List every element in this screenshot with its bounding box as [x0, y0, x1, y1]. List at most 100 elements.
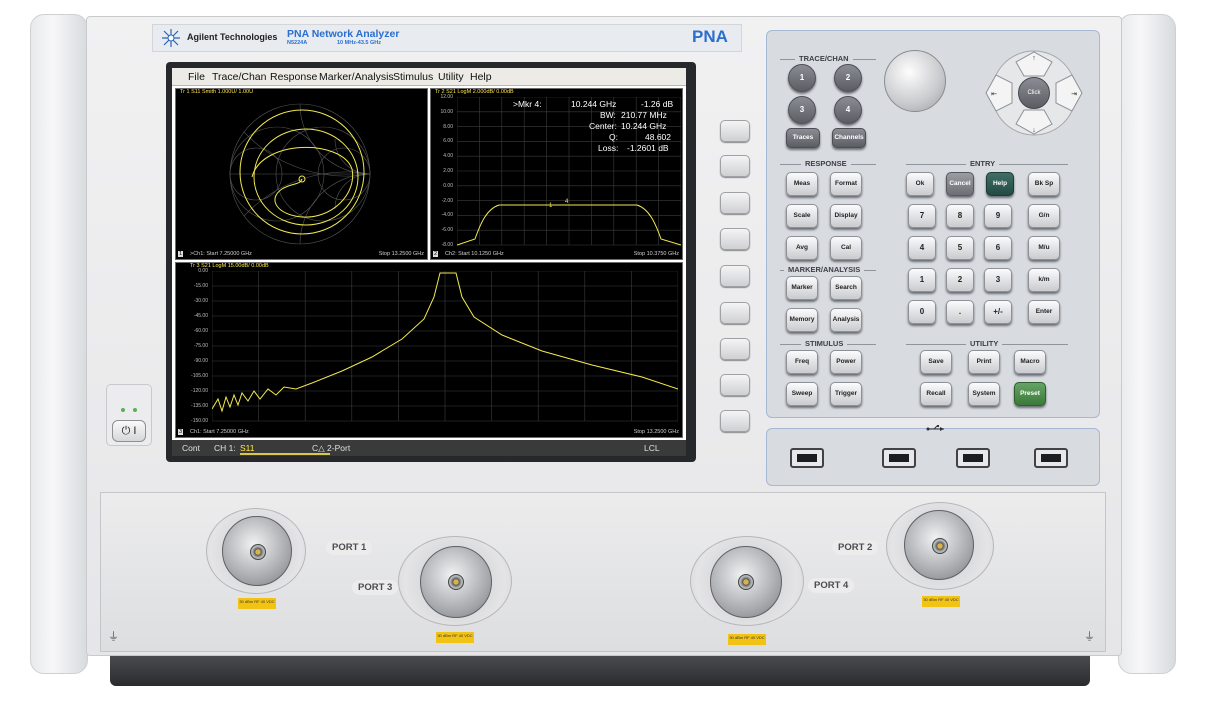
port-3-warning: 30 dBm RF 40 VDC [436, 632, 474, 643]
s21-start-freq: Ch2: Start 10.1250 GHz [445, 251, 504, 257]
active-channel: CH 1: [214, 443, 236, 453]
s21-bandpass-pane[interactable]: Tr 2 S21 LogM 2.000dB/ 0.00dB 12.00 10.00… [430, 88, 683, 260]
usb-port-1[interactable] [790, 448, 824, 468]
menu-trace-chan[interactable]: Trace/Chan [212, 71, 266, 83]
key-decimal[interactable]: . [946, 300, 974, 324]
q-value: 48.602 [645, 132, 671, 142]
key-8[interactable]: 8 [946, 204, 974, 228]
softkey-9[interactable] [720, 410, 750, 432]
memory-key[interactable]: Memory [786, 308, 818, 332]
rotary-knob[interactable] [884, 50, 946, 112]
marker-key[interactable]: Marker [786, 276, 818, 300]
center-label: Center: [589, 121, 617, 131]
channels-key[interactable]: Channels [832, 128, 866, 148]
trace-key-4[interactable]: 4 [834, 96, 862, 124]
save-key[interactable]: Save [920, 350, 952, 374]
key-kilo-milli[interactable]: k/m [1028, 268, 1060, 292]
scale-key[interactable]: Scale [786, 204, 818, 228]
usb-port-2[interactable] [882, 448, 916, 468]
sweep-key[interactable]: Sweep [786, 382, 818, 406]
y-tick-label: -135.00 [191, 403, 208, 409]
click-button[interactable]: Click [1018, 77, 1050, 109]
port-2-warning: 30 dBm RF 40 VDC [922, 596, 960, 607]
key-giga-nano[interactable]: G/n [1028, 204, 1060, 228]
pane-1-index: 1 [178, 251, 184, 257]
backspace-key[interactable]: Bk Sp [1028, 172, 1060, 196]
power-button[interactable]: ⏻ I [112, 420, 146, 442]
softkey-5[interactable] [720, 265, 750, 287]
y-tick-label: -15.00 [193, 283, 208, 289]
softkey-4[interactable] [720, 228, 750, 250]
softkey-2[interactable] [720, 155, 750, 177]
model-number: N5224A [287, 40, 308, 46]
menu-help[interactable]: Help [470, 71, 492, 83]
ok-key[interactable]: Ok [906, 172, 934, 196]
softkey-6[interactable] [720, 302, 750, 324]
softkey-8[interactable] [720, 374, 750, 396]
key-3[interactable]: 3 [984, 268, 1012, 292]
trace-key-1[interactable]: 1 [788, 64, 816, 92]
right-handle [1118, 14, 1176, 674]
power-key[interactable]: Power [830, 350, 862, 374]
enter-key[interactable]: Enter [1028, 300, 1060, 324]
meas-key[interactable]: Meas [786, 172, 818, 196]
y-tick-label: -45.00 [193, 313, 208, 319]
y-tick-label: -60.00 [193, 328, 208, 334]
usb-port-3[interactable] [956, 448, 990, 468]
softkey-7[interactable] [720, 338, 750, 360]
key-6[interactable]: 6 [984, 236, 1012, 260]
freq-key[interactable]: Freq [786, 350, 818, 374]
trace-key-3[interactable]: 3 [788, 96, 816, 124]
format-key[interactable]: Format [830, 172, 862, 196]
entry-label: ENTRY [966, 159, 1000, 168]
menu-stimulus[interactable]: Stimulus [393, 71, 433, 83]
key-4[interactable]: 4 [908, 236, 936, 260]
preset-key[interactable]: Preset [1014, 382, 1046, 406]
navigation-pad: ↑ ↓ ⇤ ⇥ Click [982, 50, 1086, 136]
softkey-3[interactable] [720, 192, 750, 214]
ground-icon-left: ⏚ [108, 631, 119, 643]
trigger-key[interactable]: Trigger [830, 382, 862, 406]
key-9[interactable]: 9 [984, 204, 1012, 228]
port-4-label: PORT 4 [808, 578, 855, 593]
port-3-label: PORT 3 [352, 580, 399, 595]
softkey-1[interactable] [720, 120, 750, 142]
cal-key[interactable]: Cal [830, 236, 862, 260]
menu-marker-analysis[interactable]: Marker/Analysis [319, 71, 394, 83]
cancel-key[interactable]: Cancel [946, 172, 974, 196]
key-5[interactable]: 5 [946, 236, 974, 260]
key-0[interactable]: 0 [908, 300, 936, 324]
menu-response[interactable]: Response [270, 71, 317, 83]
usb-port-4[interactable] [1034, 448, 1068, 468]
key-1[interactable]: 1 [908, 268, 936, 292]
analysis-key[interactable]: Analysis [830, 308, 862, 332]
y-tick-label: -120.00 [191, 388, 208, 394]
help-key[interactable]: Help [986, 172, 1014, 196]
recall-key[interactable]: Recall [920, 382, 952, 406]
frequency-range: 10 MHz-43.5 GHz [337, 40, 382, 46]
menu-file[interactable]: File [188, 71, 205, 83]
system-key[interactable]: System [968, 382, 1000, 406]
smith-chart-pane[interactable]: Tr 1 S11 Smith 1.000U/ 1.00U 1 >Ch1: Sta… [175, 88, 428, 260]
key-plus-minus[interactable]: +/- [984, 300, 1012, 324]
menu-utility[interactable]: Utility [438, 71, 464, 83]
y-tick-label: -150.00 [191, 418, 208, 424]
print-key[interactable]: Print [968, 350, 1000, 374]
traces-key[interactable]: Traces [786, 128, 820, 148]
smith-stop-freq: Stop 13.2500 GHz [378, 251, 424, 257]
y-tick-label: 8.00 [443, 123, 453, 130]
key-7[interactable]: 7 [908, 204, 936, 228]
macro-key[interactable]: Macro [1014, 350, 1046, 374]
key-2[interactable]: 2 [946, 268, 974, 292]
display-key[interactable]: Display [830, 204, 862, 228]
marker-4-label: >Mkr 4: [513, 99, 542, 109]
svg-text:↑: ↑ [1032, 55, 1036, 62]
marker-analysis-label: MARKER/ANALYSIS [784, 265, 865, 274]
avg-key[interactable]: Avg [786, 236, 818, 260]
y-tick-label: 4.00 [443, 153, 453, 160]
trace-key-2[interactable]: 2 [834, 64, 862, 92]
search-key[interactable]: Search [830, 276, 862, 300]
display-screen: File Trace/Chan Response Marker/Analysis… [172, 68, 686, 456]
key-mega-micro[interactable]: M/u [1028, 236, 1060, 260]
s21-wideband-pane[interactable]: Tr 3 S21 LogM 15.00dB/ 0.00dB 0.00 -15.00… [175, 262, 683, 438]
